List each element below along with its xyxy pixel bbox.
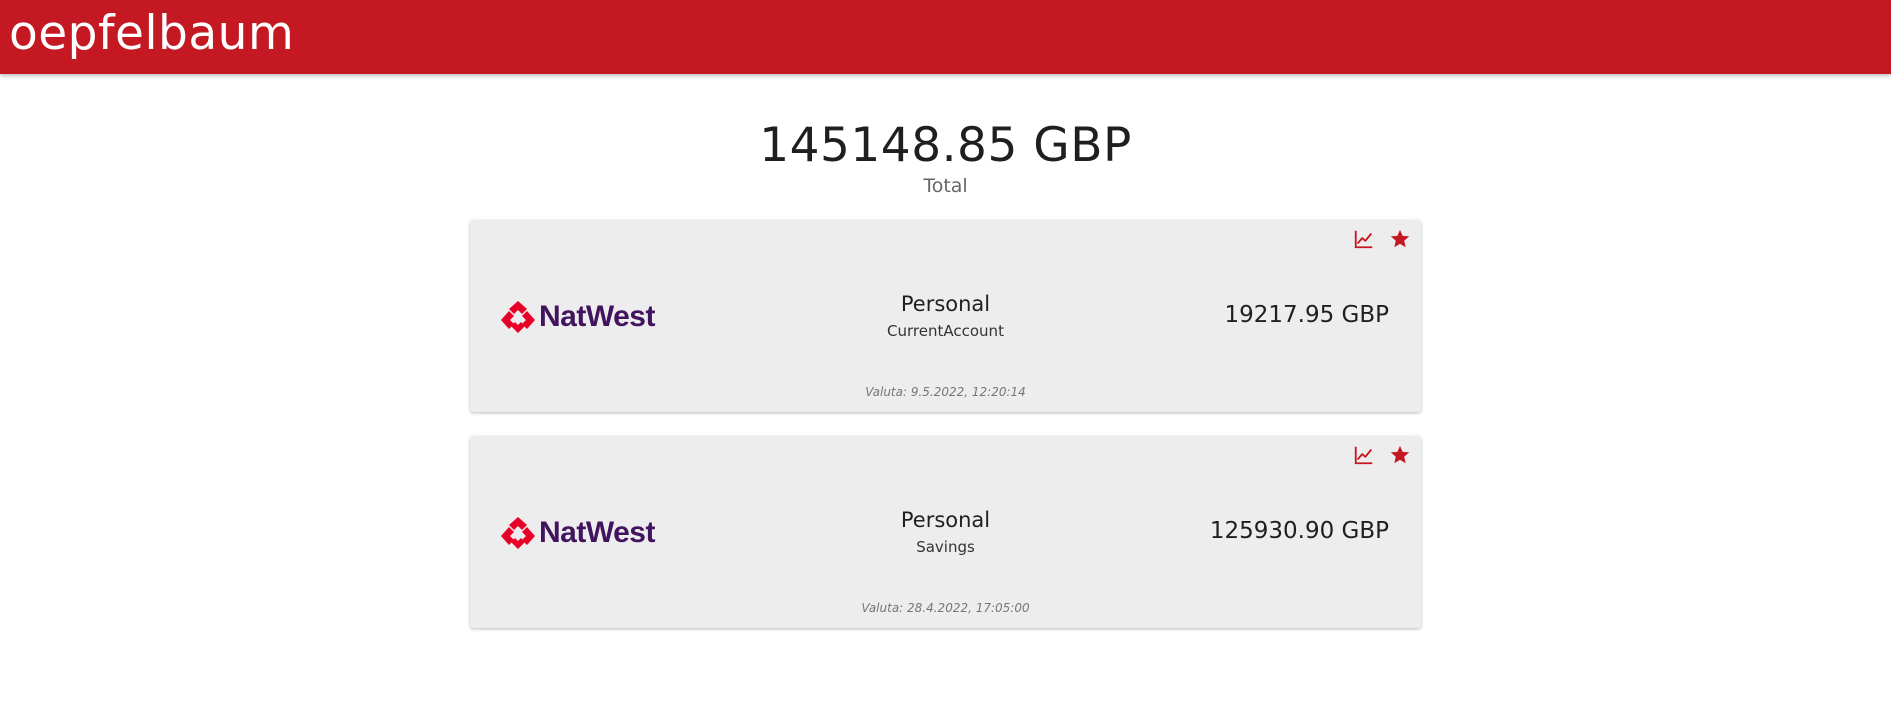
star-icon[interactable] [1389,444,1411,466]
account-card[interactable]: NatWest Personal CurrentAccount 19217.95… [470,220,1421,412]
chart-icon[interactable] [1353,228,1375,250]
account-balance: 125930.90 GBP [1209,518,1389,544]
account-valuta: Valuta: 28.4.2022, 17:05:00 [861,601,1030,615]
account-balance: 19217.95 GBP [1224,302,1389,328]
total-summary: 145148.85 GBP Total [0,116,1891,198]
account-valuta: Valuta: 9.5.2022, 12:20:14 [865,385,1026,399]
account-card[interactable]: NatWest Personal Savings 125930.90 GBP V… [470,436,1421,628]
chart-icon[interactable] [1353,444,1375,466]
top-app-bar: oepfelbaum [0,0,1891,74]
card-actions [1353,228,1411,250]
total-amount: 145148.85 GBP [759,118,1132,173]
app-title[interactable]: oepfelbaum [9,6,294,62]
total-label: Total [923,175,968,197]
card-actions [1353,444,1411,466]
star-icon[interactable] [1389,228,1411,250]
